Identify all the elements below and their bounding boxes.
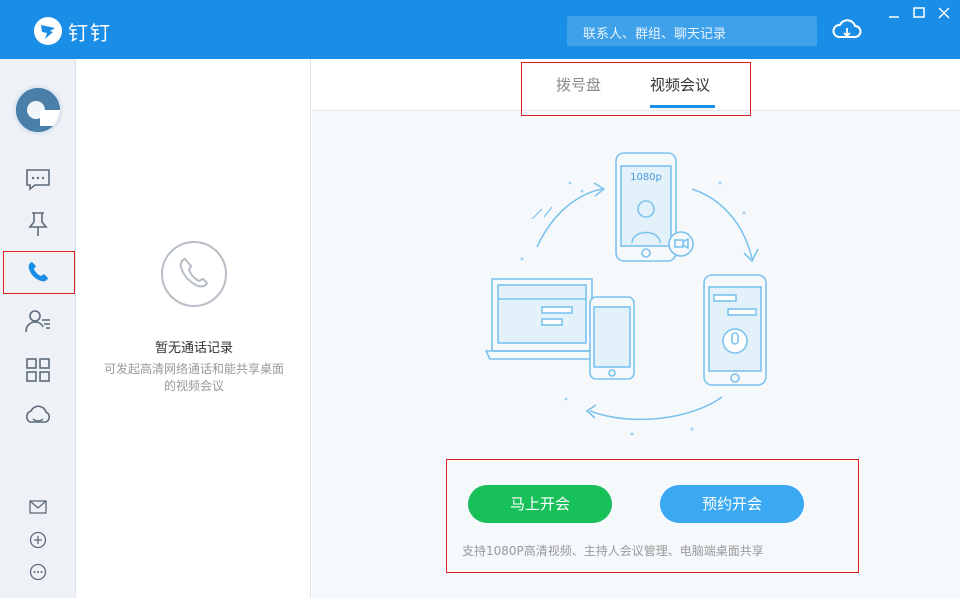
apps-grid-icon[interactable] — [23, 355, 53, 385]
empty-title: 暂无通话记录 — [154, 341, 233, 356]
contacts-icon[interactable] — [23, 306, 53, 336]
cloud-download-icon[interactable] — [832, 17, 862, 43]
maximize-icon[interactable] — [912, 6, 926, 20]
chat-icon[interactable] — [23, 164, 53, 194]
title-bar: 钉钉 联系人、群组、聊天记录 — [0, 0, 960, 59]
pin-icon[interactable] — [23, 209, 53, 239]
dingtalk-logo-icon — [34, 17, 62, 45]
empty-phone-icon — [161, 241, 227, 307]
left-nav — [0, 59, 76, 598]
cloud-disk-icon[interactable] — [23, 400, 53, 430]
avatar[interactable] — [13, 85, 63, 135]
phone-icon[interactable] — [23, 257, 53, 287]
video-meeting-illustration: 1080p — [484, 152, 767, 436]
app-title: 钉钉 — [68, 21, 112, 45]
main-panel: 拨号盘 视频会议 1080p 马上开会 预约开会 支持1080P高清视频、主持人… — [312, 59, 960, 598]
close-icon[interactable] — [937, 6, 951, 20]
more-icon[interactable] — [28, 562, 48, 582]
add-icon[interactable] — [28, 530, 48, 550]
search-input[interactable]: 联系人、群组、聊天记录 — [567, 16, 817, 46]
phone-badge-text: 1080p — [630, 172, 662, 183]
schedule-meeting-button[interactable]: 预约开会 — [660, 485, 804, 523]
mail-icon[interactable] — [28, 497, 48, 517]
empty-description: 可发起高清网络通话和能共享桌面的视频会议 — [103, 362, 284, 393]
search-placeholder: 联系人、群组、聊天记录 — [583, 27, 727, 42]
feature-footnote: 支持1080P高清视频、主持人会议管理、电脑端桌面共享 — [462, 544, 764, 558]
tabs-highlight-box — [521, 62, 751, 116]
call-history-panel: 暂无通话记录 可发起高清网络通话和能共享桌面的视频会议 — [77, 59, 311, 598]
avatar-image — [16, 88, 60, 132]
minimize-icon[interactable] — [887, 6, 901, 20]
start-meeting-button[interactable]: 马上开会 — [468, 485, 612, 523]
